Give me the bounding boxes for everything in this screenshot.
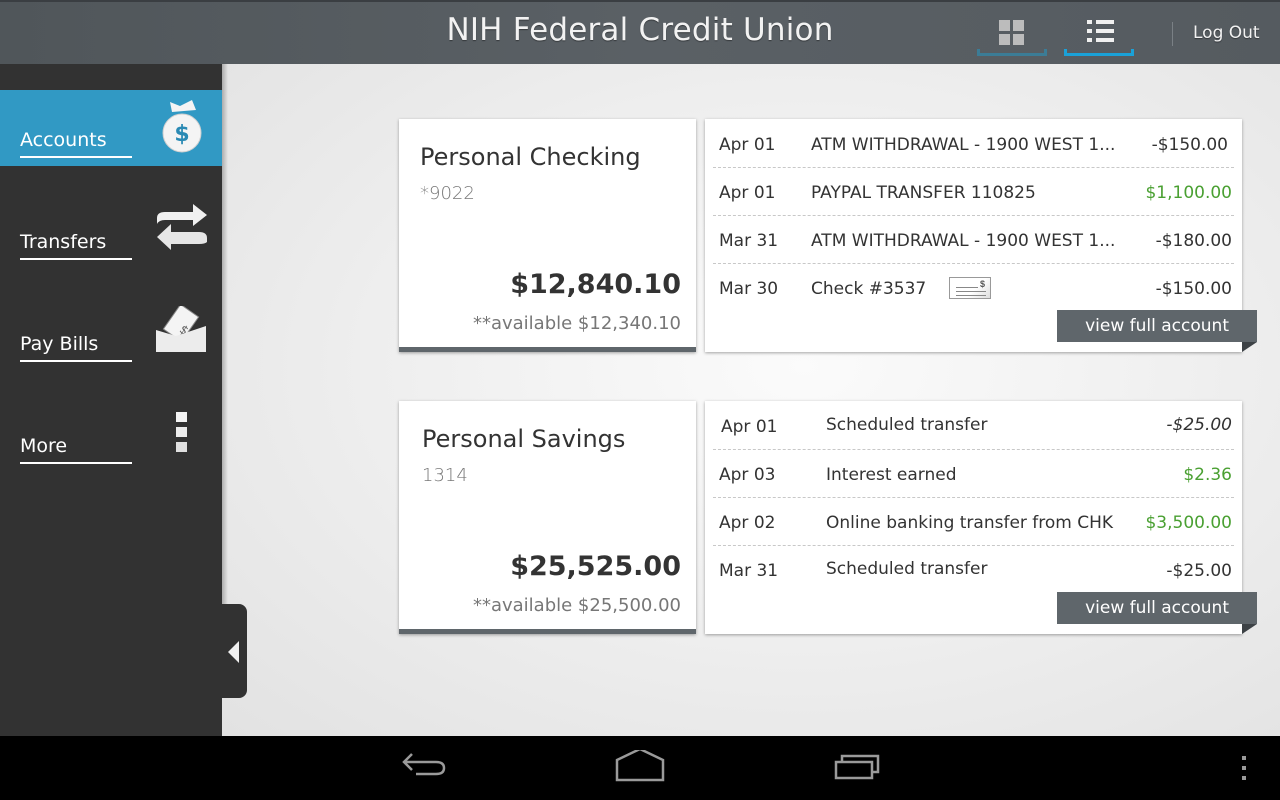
available-balance: **available $25,500.00	[472, 595, 681, 616]
sidebar-item-label: Accounts	[20, 129, 132, 158]
sidebar-item-more[interactable]: More	[0, 396, 222, 472]
more-vertical-icon	[176, 412, 187, 452]
sidebar: Accounts $ Transfers Pay Bills $ More	[0, 64, 222, 736]
transactions-card-savings: Apr 01 Scheduled transfer -$25.00 Apr 03…	[705, 401, 1257, 634]
account-balance: $12,840.10	[510, 269, 681, 300]
transaction-date: Mar 31	[719, 561, 779, 581]
transaction-amount: -$150.00	[1155, 279, 1232, 299]
transaction-row[interactable]: Apr 01 ATM WITHDRAWAL - 1900 WEST 1... -…	[713, 121, 1234, 168]
transaction-amount: -$25.00	[1166, 561, 1232, 581]
grid-view-button[interactable]	[977, 16, 1047, 56]
check-image-icon[interactable]: $	[949, 277, 991, 299]
system-navigation-bar	[0, 736, 1280, 800]
recent-apps-icon[interactable]	[832, 750, 884, 786]
transaction-date: Mar 30	[719, 279, 779, 299]
money-bag-icon: $	[162, 100, 202, 153]
transactions-card-checking: Apr 01 ATM WITHDRAWAL - 1900 WEST 1... -…	[705, 119, 1257, 352]
transaction-date: Apr 01	[719, 135, 776, 155]
sidebar-item-transfers[interactable]: Transfers	[0, 192, 222, 268]
transaction-amount: -$150.00	[1151, 135, 1228, 155]
accounts-main: Personal Checking *9022 $12,840.10 **ava…	[222, 64, 1280, 736]
transaction-amount: $1,100.00	[1145, 183, 1232, 203]
view-full-account-button[interactable]: view full account	[1057, 592, 1257, 634]
envelope-bill-icon: $	[156, 306, 206, 352]
transaction-row[interactable]: Apr 01 Scheduled transfer -$25.00	[713, 403, 1234, 450]
transaction-date: Apr 01	[719, 183, 776, 203]
overflow-menu-icon[interactable]	[1240, 756, 1250, 784]
account-card-savings[interactable]: Personal Savings 1314 $25,525.00 **avail…	[399, 401, 696, 634]
transaction-row[interactable]: Mar 30 Check #3537 $ -$150.00	[713, 265, 1234, 312]
transaction-description: PAYPAL TRANSFER 110825	[811, 183, 1036, 203]
transfer-arrows-icon	[157, 204, 207, 250]
transaction-amount: -$180.00	[1155, 231, 1232, 251]
transaction-date: Apr 01	[721, 417, 778, 437]
account-number: *9022	[420, 183, 475, 204]
view-indicator	[977, 49, 1047, 56]
transaction-description: Scheduled transfer	[826, 559, 988, 579]
transaction-description: ATM WITHDRAWAL - 1900 WEST 1...	[811, 231, 1116, 251]
transaction-description: Online banking transfer from CHK	[826, 513, 1114, 533]
list-view-icon	[1087, 20, 1115, 44]
available-balance: **available $12,340.10	[472, 313, 681, 334]
svg-text:$: $	[174, 122, 189, 147]
sidebar-item-label: More	[20, 435, 132, 464]
sidebar-shadow	[222, 64, 228, 604]
grid-view-icon	[999, 20, 1025, 46]
transaction-amount: $2.36	[1183, 465, 1232, 485]
transaction-row[interactable]: Mar 31 ATM WITHDRAWAL - 1900 WEST 1... -…	[713, 217, 1234, 264]
sidebar-item-pay-bills[interactable]: Pay Bills $	[0, 294, 222, 370]
header-divider	[1172, 22, 1173, 46]
transaction-amount: -$25.00	[1166, 415, 1232, 435]
sidebar-item-label: Pay Bills	[20, 333, 132, 362]
transaction-description: ATM WITHDRAWAL - 1900 WEST 1...	[811, 135, 1116, 155]
list-view-button[interactable]	[1064, 16, 1134, 56]
account-name: Personal Savings	[422, 425, 626, 453]
transaction-date: Apr 03	[719, 465, 776, 485]
app-header: NIH Federal Credit Union Log Out	[0, 0, 1280, 64]
sidebar-collapse-button[interactable]	[222, 604, 247, 698]
sidebar-item-accounts[interactable]: Accounts $	[0, 90, 222, 166]
transaction-row[interactable]: Apr 03 Interest earned $2.36	[713, 451, 1234, 498]
sidebar-item-label: Transfers	[20, 231, 132, 260]
transaction-row[interactable]: Mar 31 Scheduled transfer -$25.00	[713, 547, 1234, 594]
transaction-row[interactable]: Apr 02 Online banking transfer from CHK …	[713, 499, 1234, 546]
account-name: Personal Checking	[420, 143, 641, 171]
account-card-checking[interactable]: Personal Checking *9022 $12,840.10 **ava…	[399, 119, 696, 352]
logout-button[interactable]: Log Out	[1193, 23, 1260, 43]
transaction-description: Interest earned	[826, 465, 957, 485]
account-number: 1314	[422, 465, 468, 486]
view-indicator-active	[1064, 49, 1134, 56]
transaction-amount: $3,500.00	[1145, 513, 1232, 533]
view-full-account-button[interactable]: view full account	[1057, 310, 1257, 352]
back-icon[interactable]	[400, 750, 448, 786]
transaction-date: Mar 31	[719, 231, 779, 251]
transaction-description: Scheduled transfer	[826, 415, 988, 435]
account-balance: $25,525.00	[510, 551, 681, 582]
home-icon[interactable]	[614, 750, 666, 786]
transaction-date: Apr 02	[719, 513, 776, 533]
transaction-row[interactable]: Apr 01 PAYPAL TRANSFER 110825 $1,100.00	[713, 169, 1234, 216]
transaction-description: Check #3537	[811, 279, 927, 299]
